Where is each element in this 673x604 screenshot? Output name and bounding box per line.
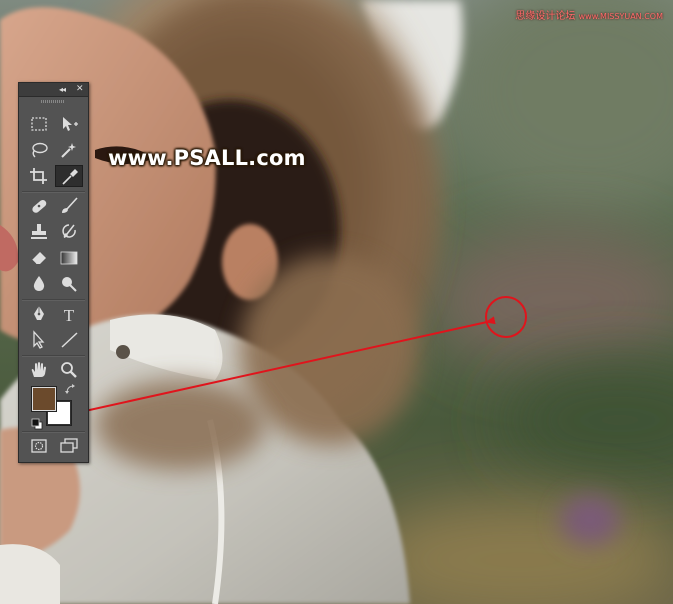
- line-icon: [61, 332, 78, 348]
- credit-name: 思缘设计论坛: [515, 11, 576, 22]
- healing-brush-tool[interactable]: [25, 195, 53, 217]
- zoom-icon: [61, 362, 77, 378]
- credit-site: www.MISSYUAN.COM: [578, 12, 663, 21]
- hand-icon: [31, 362, 46, 377]
- brush-tool[interactable]: [55, 195, 83, 217]
- svg-text:T: T: [64, 306, 75, 325]
- eyedropper-tool[interactable]: [55, 165, 83, 187]
- crop-tool[interactable]: [25, 165, 53, 187]
- line-tool[interactable]: [55, 329, 83, 351]
- type-tool[interactable]: T: [55, 303, 83, 325]
- foreground-color-swatch[interactable]: [31, 386, 57, 412]
- quick-mask-icon: [31, 439, 47, 453]
- tools-separator: [22, 191, 85, 193]
- stamp-icon: [31, 224, 47, 239]
- zoom-tool[interactable]: [55, 359, 83, 381]
- pen-icon: [34, 306, 44, 320]
- marquee-icon: [31, 117, 47, 131]
- dodge-icon: [62, 277, 77, 292]
- swap-arrows-icon: [65, 384, 75, 394]
- swap-colors-button[interactable]: [65, 381, 77, 394]
- blur-tool[interactable]: [25, 273, 53, 295]
- clone-stamp-tool[interactable]: [25, 221, 53, 243]
- history-brush-icon: [62, 224, 76, 238]
- path-selection-tool[interactable]: [25, 329, 53, 351]
- gradient-tool[interactable]: [55, 247, 83, 269]
- bandage-icon: [32, 199, 47, 213]
- rectangular-marquee-tool[interactable]: [25, 113, 53, 135]
- move-icon: [63, 117, 78, 131]
- quick-mask-button[interactable]: [25, 435, 53, 457]
- lasso-tool[interactable]: [25, 139, 53, 161]
- tools-separator: [22, 299, 85, 301]
- magic-wand-tool[interactable]: [55, 139, 83, 161]
- history-brush-tool[interactable]: [55, 221, 83, 243]
- background-photo: [0, 0, 673, 604]
- gradient-icon: [60, 251, 78, 265]
- move-tool[interactable]: [55, 113, 83, 135]
- close-panel-button[interactable]: ✕: [76, 83, 84, 96]
- panel-grip[interactable]: [41, 100, 65, 103]
- watermark-text: www.PSALL.com: [108, 146, 306, 170]
- tools-panel-header[interactable]: ◂◂ ✕: [19, 83, 88, 97]
- hand-tool[interactable]: [25, 359, 53, 381]
- dodge-tool[interactable]: [55, 273, 83, 295]
- arrow-icon: [33, 330, 45, 349]
- tools-panel[interactable]: ◂◂ ✕ T: [18, 82, 89, 463]
- eyedropper-icon: [62, 169, 78, 185]
- default-colors-button[interactable]: [31, 415, 43, 430]
- brush-icon: [62, 197, 78, 213]
- screen-mode-button[interactable]: [55, 435, 83, 457]
- drop-icon: [33, 276, 45, 291]
- tools-separator: [22, 355, 85, 357]
- magic-wand-icon: [61, 143, 76, 158]
- eraser-icon: [31, 252, 46, 265]
- collapse-panel-button[interactable]: ◂◂: [59, 83, 66, 96]
- screen-mode-icon: [60, 438, 78, 453]
- type-icon: T: [64, 306, 75, 325]
- eraser-tool[interactable]: [25, 247, 53, 269]
- lasso-icon: [32, 142, 48, 158]
- default-colors-icon: [31, 418, 43, 430]
- tools-separator: [22, 431, 85, 433]
- crop-icon: [30, 168, 47, 184]
- pen-tool[interactable]: [25, 303, 53, 325]
- site-credit: 思缘设计论坛 www.MISSYUAN.COM: [515, 7, 663, 22]
